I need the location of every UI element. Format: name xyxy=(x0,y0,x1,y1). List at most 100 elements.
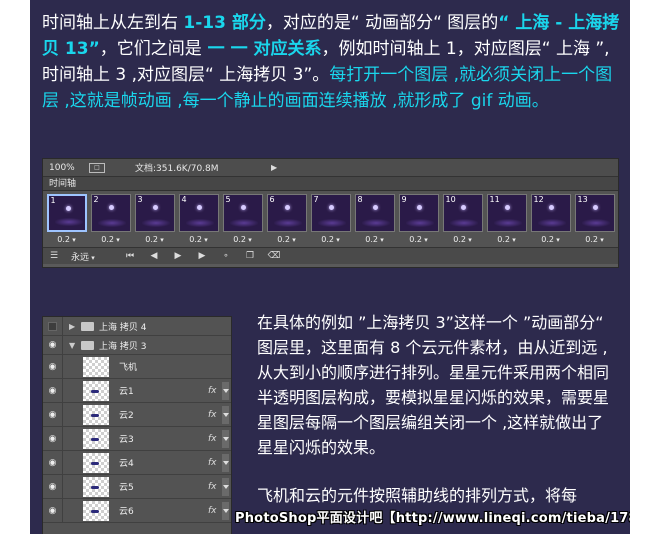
layer-group-copy4[interactable]: ▶ 上海 拷贝 4 xyxy=(43,317,231,336)
layer-row[interactable]: ◉ 云2 fx xyxy=(43,403,231,427)
layer-row[interactable]: ◉ 飞机 xyxy=(43,355,231,379)
layer-row[interactable]: ◉ 云4 fx xyxy=(43,451,231,475)
timeline-frame[interactable]: 7 0.2 xyxy=(309,194,352,247)
tween-icon[interactable]: ∘ xyxy=(219,251,233,261)
frame-thumbnail[interactable]: 2 xyxy=(90,194,131,232)
frame-delay-select[interactable]: 0.2 xyxy=(233,235,251,244)
loop-select[interactable]: 永远 xyxy=(71,250,113,263)
star-graphic xyxy=(240,205,246,210)
visibility-toggle[interactable] xyxy=(43,317,63,335)
layer-group-copy3[interactable]: ◉ ▼ 上海 拷贝 3 xyxy=(43,336,231,355)
tutorial-canvas: 时间轴上从左到右 1-13 部分，对应的是“ 动画部分“ 图层的“ 上海 - 上… xyxy=(30,0,630,534)
layers-panel: ▶ 上海 拷贝 4 ◉ ▼ 上海 拷贝 3 ◉ 飞机 ◉ 云1 fx ◉ 云2 fx ◉ 云3 fx… xyxy=(42,316,232,534)
timeline-frame[interactable]: 9 0.2 xyxy=(397,194,440,247)
status-menu-arrow-icon[interactable]: ▶ xyxy=(271,163,277,172)
visibility-toggle[interactable]: ◉ xyxy=(43,379,63,402)
frame-number: 2 xyxy=(93,195,99,204)
frame-delay-select[interactable]: 0.2 xyxy=(57,235,75,244)
convert-timeline-icon[interactable]: ☰ xyxy=(47,251,61,261)
frame-delay-select[interactable]: 0.2 xyxy=(585,235,603,244)
fx-expand-icon[interactable] xyxy=(222,381,229,400)
visibility-toggle[interactable]: ◉ xyxy=(43,355,63,378)
doc-info-icon[interactable]: □ xyxy=(89,162,105,173)
timeline-title[interactable]: 时间轴 xyxy=(43,177,618,191)
fx-expand-icon[interactable] xyxy=(222,429,229,448)
fx-icon[interactable]: fx xyxy=(208,458,222,468)
fx-icon[interactable]: fx xyxy=(208,506,222,516)
frame-thumbnail[interactable]: 8 xyxy=(354,194,395,232)
glow-graphic xyxy=(317,219,346,227)
duplicate-frame-icon[interactable]: ❐ xyxy=(243,251,257,261)
fx-icon[interactable]: fx xyxy=(208,434,222,444)
layer-row[interactable]: ◉ 云5 fx xyxy=(43,475,231,499)
frame-delay-select[interactable]: 0.2 xyxy=(453,235,471,244)
timeline-frame[interactable]: 10 0.2 xyxy=(441,194,484,247)
cloud-graphic xyxy=(91,485,99,489)
play-icon[interactable]: ▶ xyxy=(171,251,185,261)
delete-frame-icon[interactable]: ⌫ xyxy=(267,251,281,261)
star-graphic xyxy=(328,205,334,210)
fx-icon[interactable]: fx xyxy=(208,386,222,396)
frame-delay-select[interactable]: 0.2 xyxy=(497,235,515,244)
timeline-frame[interactable]: 1 0.2 xyxy=(45,194,88,247)
fx-icon[interactable]: fx xyxy=(208,482,222,492)
expand-arrow-icon[interactable]: ▶ xyxy=(69,322,79,331)
frame-thumbnail[interactable]: 5 xyxy=(222,194,263,232)
frame-delay-select[interactable]: 0.2 xyxy=(145,235,163,244)
timeline-frame[interactable]: 5 0.2 xyxy=(221,194,264,247)
frame-delay-select[interactable]: 0.2 xyxy=(277,235,295,244)
folder-icon xyxy=(81,321,94,331)
fx-icon[interactable]: fx xyxy=(208,410,222,420)
layer-row[interactable]: ◉ 云1 fx xyxy=(43,379,231,403)
frame-thumbnail[interactable]: 13 xyxy=(574,194,615,232)
layer-name: 云2 xyxy=(119,411,134,421)
frame-thumbnail[interactable]: 1 xyxy=(46,194,87,232)
layer-row[interactable]: ◉ 云6 fx xyxy=(43,499,231,523)
visibility-toggle[interactable]: ◉ xyxy=(43,475,63,498)
frame-delay-select[interactable]: 0.2 xyxy=(321,235,339,244)
visibility-toggle[interactable]: ◉ xyxy=(43,499,63,522)
frame-delay-select[interactable]: 0.2 xyxy=(189,235,207,244)
visibility-toggle[interactable]: ◉ xyxy=(43,403,63,426)
frame-thumbnail[interactable]: 10 xyxy=(442,194,483,232)
fx-expand-icon[interactable] xyxy=(222,501,229,520)
visibility-toggle[interactable]: ◉ xyxy=(43,336,63,354)
layer-name: 上海 拷贝 4 xyxy=(99,322,147,333)
cloud-graphic xyxy=(91,461,99,465)
folder-icon xyxy=(81,340,94,350)
zoom-level[interactable]: 100% xyxy=(49,163,83,173)
frame-delay-select[interactable]: 0.2 xyxy=(365,235,383,244)
frame-thumbnail[interactable]: 6 xyxy=(266,194,307,232)
star-graphic xyxy=(592,205,598,210)
frame-thumbnail[interactable]: 9 xyxy=(398,194,439,232)
timeline-frame[interactable]: 4 0.2 xyxy=(177,194,220,247)
timeline-frame[interactable]: 13 0.2 xyxy=(573,194,616,247)
frame-thumbnail[interactable]: 4 xyxy=(178,194,219,232)
timeline-frame[interactable]: 6 0.2 xyxy=(265,194,308,247)
visibility-toggle[interactable]: ◉ xyxy=(43,451,63,474)
first-frame-icon[interactable]: ⏮ xyxy=(123,251,137,261)
frame-thumbnail[interactable]: 7 xyxy=(310,194,351,232)
fx-expand-icon[interactable] xyxy=(222,477,229,496)
previous-frame-icon[interactable]: ◀ xyxy=(147,251,161,261)
explanation-text-2: 飞机和云的元件按照辅助线的排列方式，将每 xyxy=(257,486,578,505)
layer-row[interactable]: ◉ 云3 fx xyxy=(43,427,231,451)
timeline-frame[interactable]: 8 0.2 xyxy=(353,194,396,247)
timeline-frame[interactable]: 2 0.2 xyxy=(89,194,132,247)
next-frame-icon[interactable]: ▶ xyxy=(195,251,209,261)
fx-expand-icon[interactable] xyxy=(222,453,229,472)
frame-delay-select[interactable]: 0.2 xyxy=(101,235,119,244)
star-graphic xyxy=(548,205,554,210)
collapse-arrow-icon[interactable]: ▼ xyxy=(69,341,79,350)
timeline-frame[interactable]: 3 0.2 xyxy=(133,194,176,247)
timeline-frame[interactable]: 11 0.2 xyxy=(485,194,528,247)
visibility-toggle[interactable]: ◉ xyxy=(43,427,63,450)
frame-thumbnail[interactable]: 11 xyxy=(486,194,527,232)
frame-delay-select[interactable]: 0.2 xyxy=(541,235,559,244)
frame-thumbnail[interactable]: 3 xyxy=(134,194,175,232)
frame-thumbnail[interactable]: 12 xyxy=(530,194,571,232)
frame-number: 7 xyxy=(313,195,319,204)
fx-expand-icon[interactable] xyxy=(222,405,229,424)
frame-delay-select[interactable]: 0.2 xyxy=(409,235,427,244)
timeline-frame[interactable]: 12 0.2 xyxy=(529,194,572,247)
